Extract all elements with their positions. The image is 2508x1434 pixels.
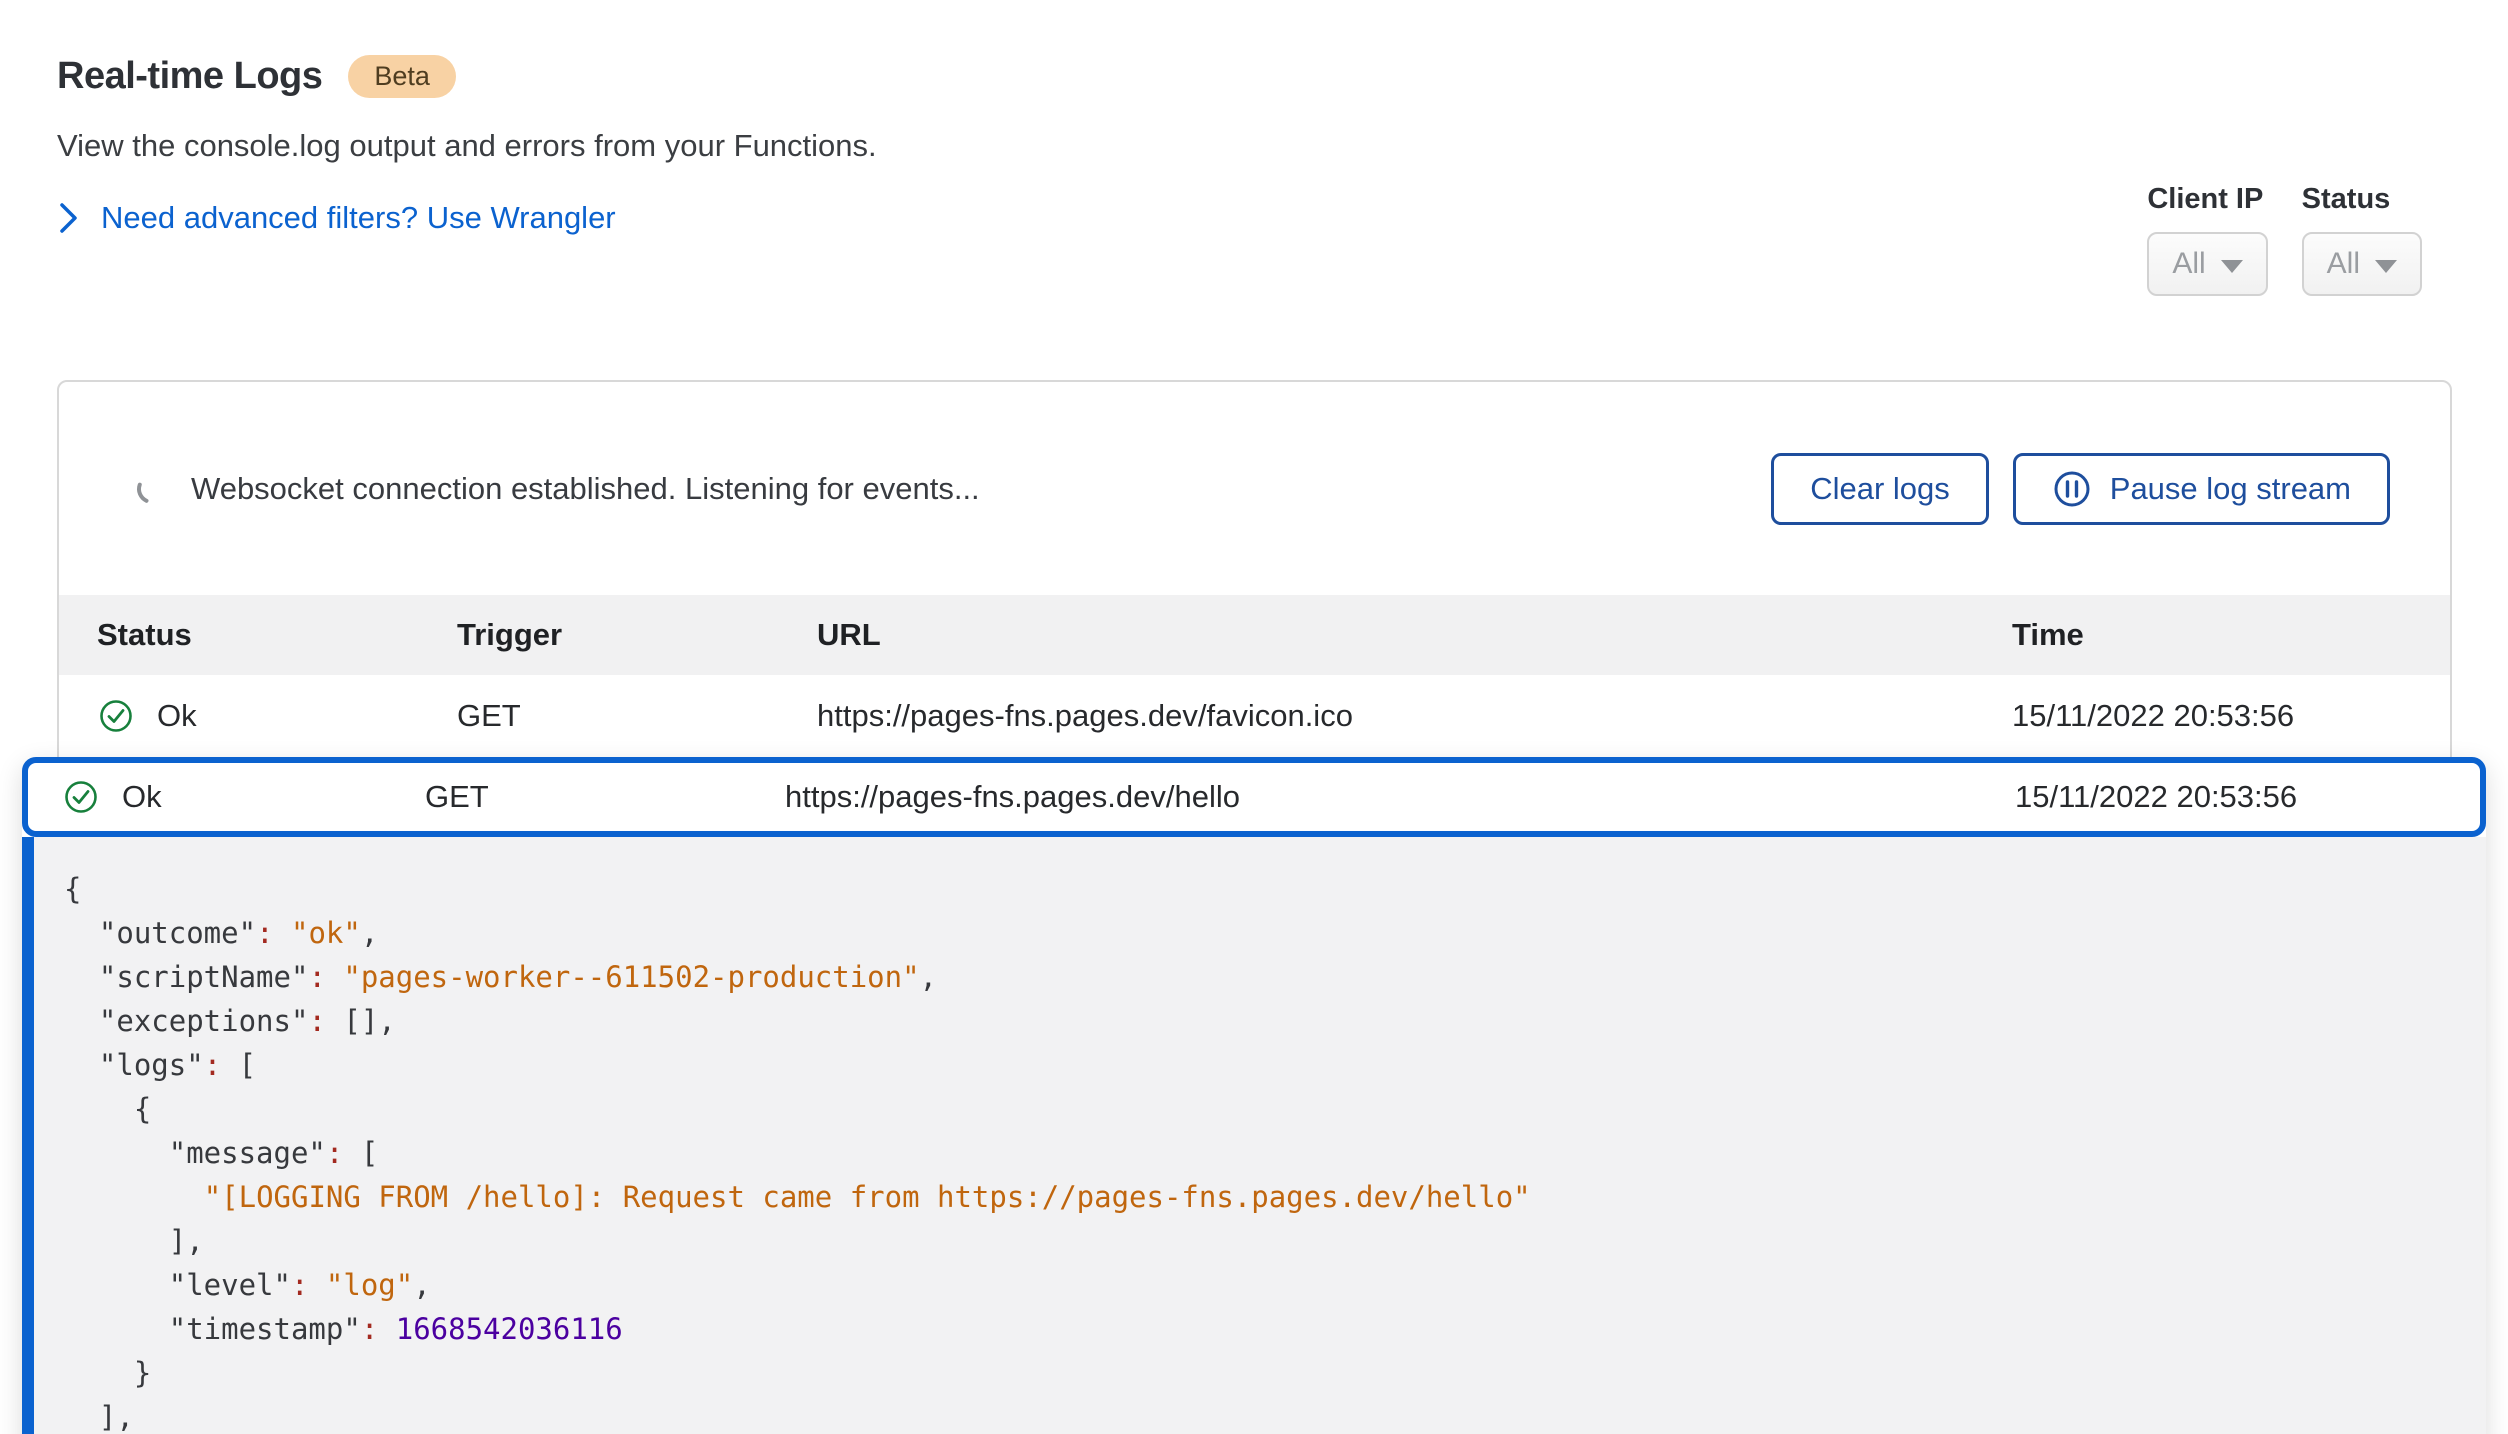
status-dropdown[interactable]: All	[2302, 232, 2422, 296]
status-dropdown-value: All	[2327, 247, 2360, 281]
realtime-logs-page: Real-time Logs Beta View the console.log…	[0, 0, 2508, 1434]
page-title: Real-time Logs	[57, 55, 322, 98]
expanded-log-entry: Ok GET https://pages-fns.pages.dev/hello…	[22, 757, 2486, 1434]
status-value: Ok	[157, 698, 197, 734]
column-header-status: Status	[97, 617, 457, 653]
page-subtitle: View the console.log output and errors f…	[57, 128, 877, 164]
clear-logs-button-label: Clear logs	[1810, 471, 1950, 507]
client-ip-dropdown[interactable]: All	[2147, 232, 2267, 296]
status-ok-icon	[62, 778, 100, 816]
status-cell: Ok	[97, 697, 457, 735]
column-header-trigger: Trigger	[457, 617, 817, 653]
time-cell: 15/11/2022 20:53:56	[2012, 698, 2450, 734]
status-ok-icon	[97, 697, 135, 735]
json-log-output: { "outcome": "ok", "scriptName": "pages-…	[22, 837, 2486, 1434]
client-ip-filter: Client IP All	[2147, 183, 2267, 296]
wrangler-link[interactable]: Need advanced filters? Use Wrangler	[57, 200, 616, 236]
status-filter-label: Status	[2302, 183, 2391, 216]
caret-down-icon	[2375, 260, 2397, 273]
websocket-status-bar: Websocket connection established. Listen…	[59, 382, 2450, 595]
column-header-time: Time	[2012, 617, 2450, 653]
status-filter: Status All	[2302, 183, 2422, 296]
log-row[interactable]: Ok GET https://pages-fns.pages.dev/favic…	[59, 675, 2450, 757]
client-ip-dropdown-value: All	[2172, 247, 2205, 281]
spinner-icon	[135, 472, 169, 506]
column-header-url: URL	[817, 617, 2012, 653]
pause-icon	[2052, 469, 2092, 509]
chevron-right-icon	[57, 201, 79, 235]
page-header: Real-time Logs Beta View the console.log…	[57, 55, 877, 236]
trigger-cell: GET	[425, 779, 785, 815]
wrangler-link-label: Need advanced filters? Use Wrangler	[101, 200, 616, 236]
selected-log-row[interactable]: Ok GET https://pages-fns.pages.dev/hello…	[22, 757, 2486, 837]
time-cell: 15/11/2022 20:53:56	[2015, 779, 2480, 815]
beta-badge: Beta	[348, 55, 456, 98]
status-cell: Ok	[62, 778, 425, 816]
caret-down-icon	[2221, 260, 2243, 273]
log-filters: Client IP All Status All	[2147, 183, 2422, 296]
client-ip-filter-label: Client IP	[2147, 183, 2263, 216]
status-value: Ok	[122, 779, 162, 815]
log-table-header: Status Trigger URL Time	[59, 595, 2450, 675]
trigger-cell: GET	[457, 698, 817, 734]
url-cell: https://pages-fns.pages.dev/hello	[785, 779, 2015, 815]
url-cell: https://pages-fns.pages.dev/favicon.ico	[817, 698, 2012, 734]
clear-logs-button[interactable]: Clear logs	[1771, 453, 1989, 525]
websocket-status-message: Websocket connection established. Listen…	[191, 471, 1771, 507]
pause-log-stream-button-label: Pause log stream	[2110, 471, 2351, 507]
pause-log-stream-button[interactable]: Pause log stream	[2013, 453, 2390, 525]
